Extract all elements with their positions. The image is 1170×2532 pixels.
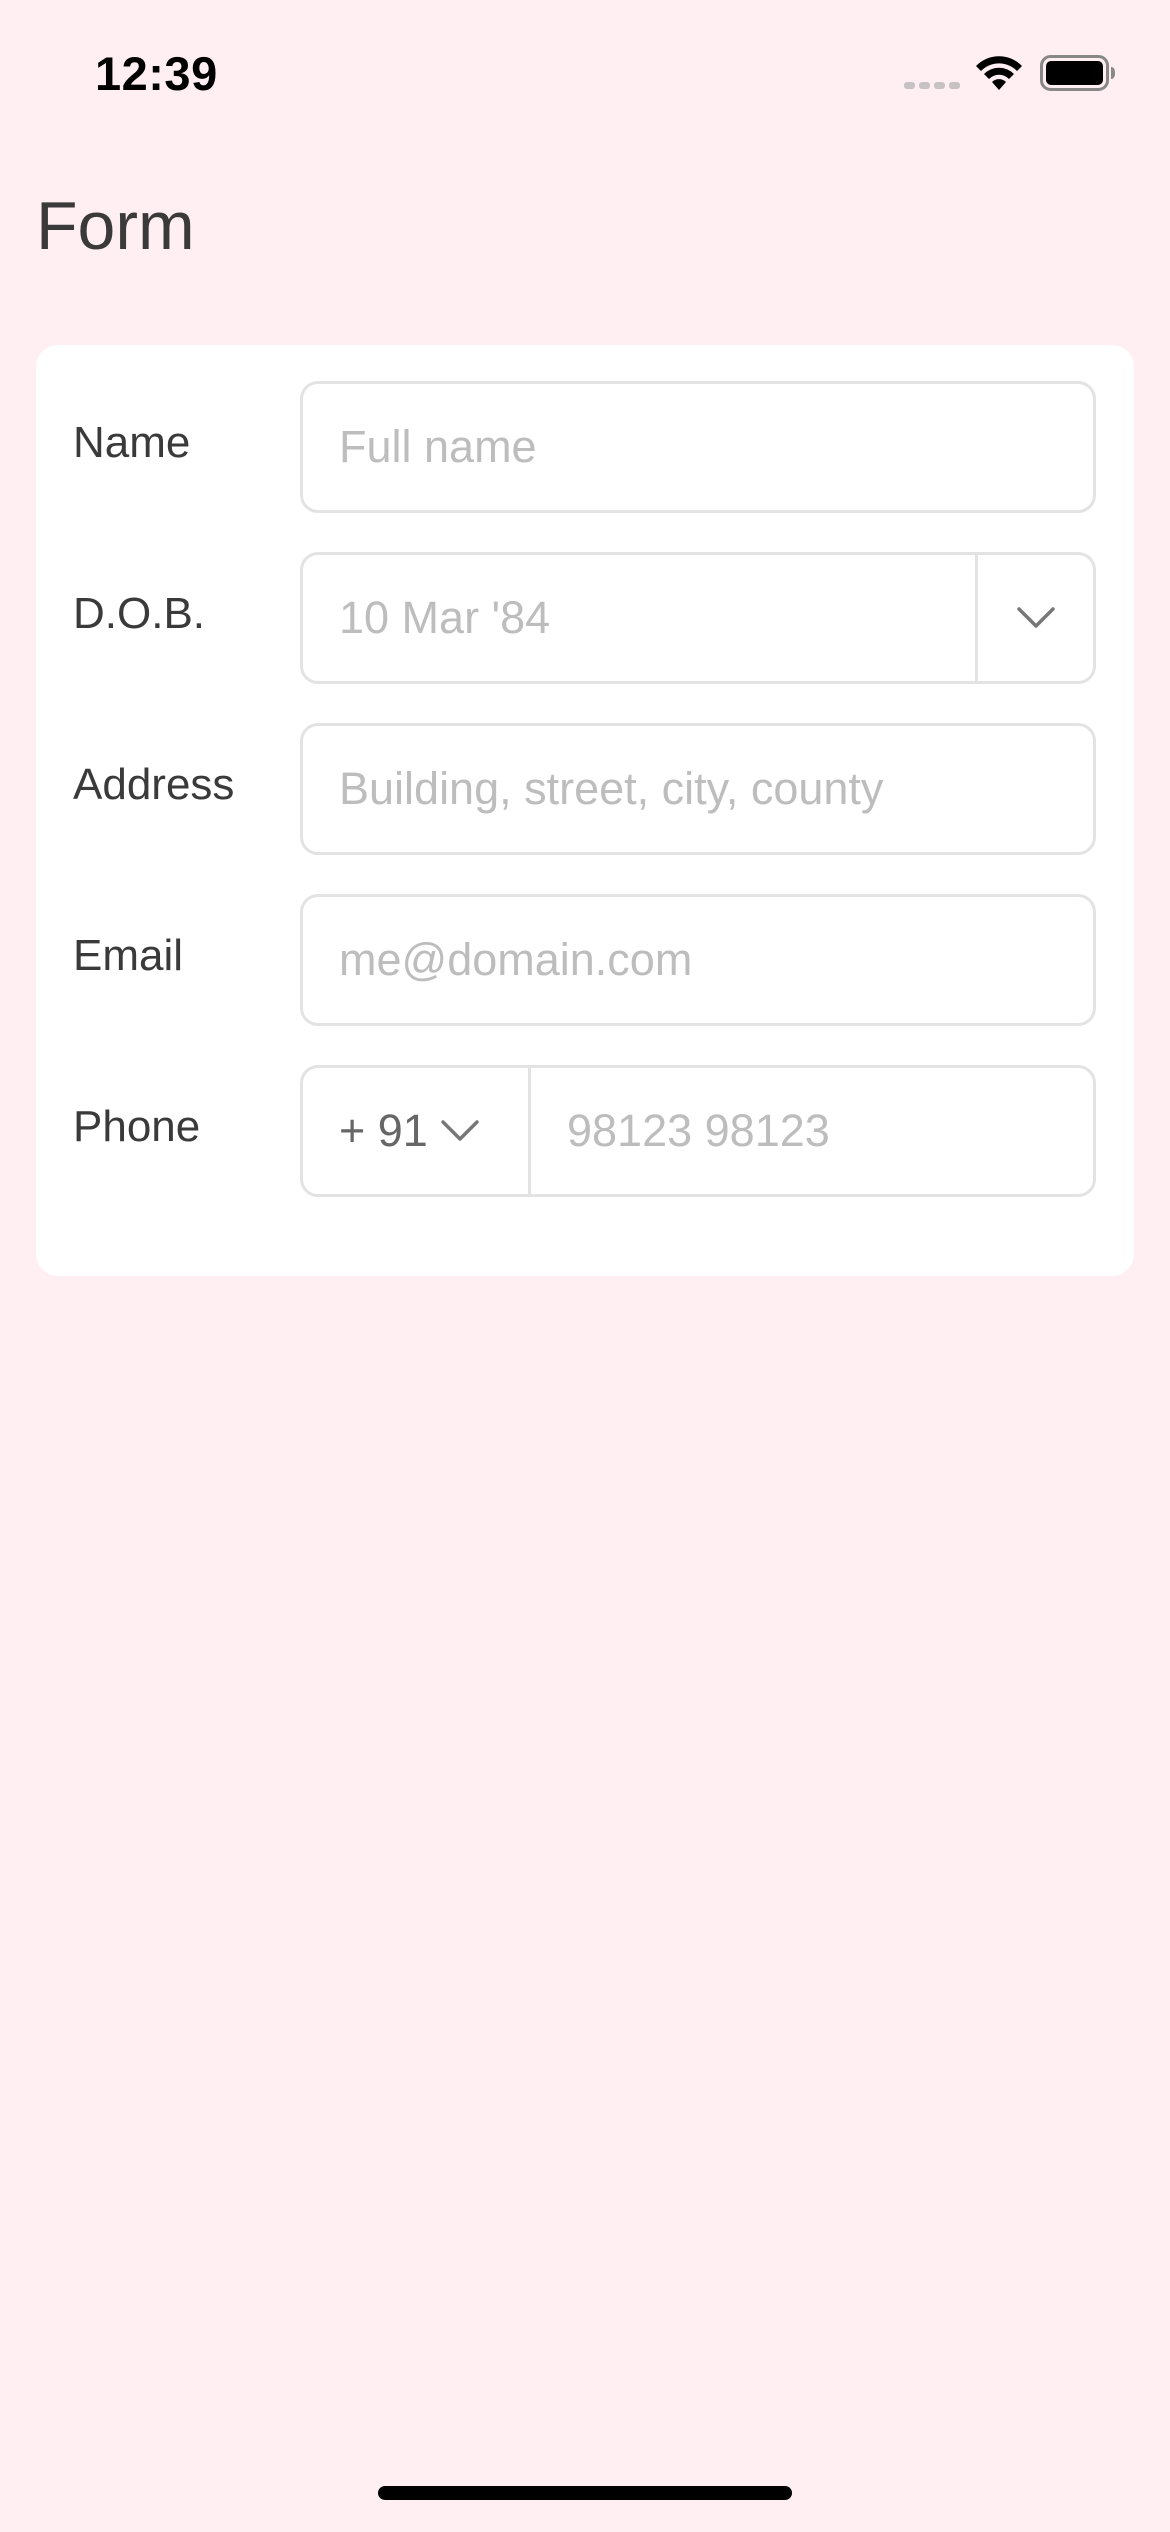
cellular-signal-icon xyxy=(904,82,960,89)
home-indicator[interactable] xyxy=(378,2486,792,2500)
address-input[interactable] xyxy=(303,726,1093,852)
phone-label: Phone xyxy=(73,1102,201,1151)
email-label: Email xyxy=(73,931,184,980)
address-label: Address xyxy=(73,760,235,809)
phone-input[interactable] xyxy=(531,1068,1093,1194)
battery-icon xyxy=(1040,55,1115,91)
chevron-down-icon xyxy=(1016,607,1055,628)
address-field[interactable] xyxy=(300,723,1096,855)
name-field[interactable] xyxy=(300,381,1096,513)
email-row: Email xyxy=(36,894,1134,1030)
dob-input[interactable] xyxy=(303,555,975,681)
status-time: 12:39 xyxy=(95,47,218,100)
name-input[interactable] xyxy=(303,384,1093,510)
dob-input-wrapper[interactable] xyxy=(303,555,975,681)
country-code-value: + 91 xyxy=(339,1105,428,1156)
chevron-down-icon xyxy=(440,1119,480,1143)
dob-field[interactable] xyxy=(300,552,1096,684)
phone-input-wrapper[interactable] xyxy=(531,1068,1093,1194)
country-code-selector[interactable]: + 91 xyxy=(303,1068,528,1194)
dob-row: D.O.B. xyxy=(36,552,1134,688)
address-row: Address xyxy=(36,723,1134,859)
form-card: Name D.O.B. Address Email xyxy=(36,345,1134,1276)
status-bar: 12:39 xyxy=(0,0,1170,150)
name-label: Name xyxy=(73,418,191,467)
dob-dropdown-button[interactable] xyxy=(978,555,1093,681)
email-field[interactable] xyxy=(300,894,1096,1026)
page-title: Form xyxy=(36,188,195,264)
dob-label: D.O.B. xyxy=(73,589,206,638)
phone-row: Phone + 91 xyxy=(36,1065,1134,1201)
email-input[interactable] xyxy=(303,897,1093,1023)
name-row: Name xyxy=(36,381,1134,517)
wifi-icon xyxy=(976,56,1022,90)
phone-field[interactable]: + 91 xyxy=(300,1065,1096,1197)
